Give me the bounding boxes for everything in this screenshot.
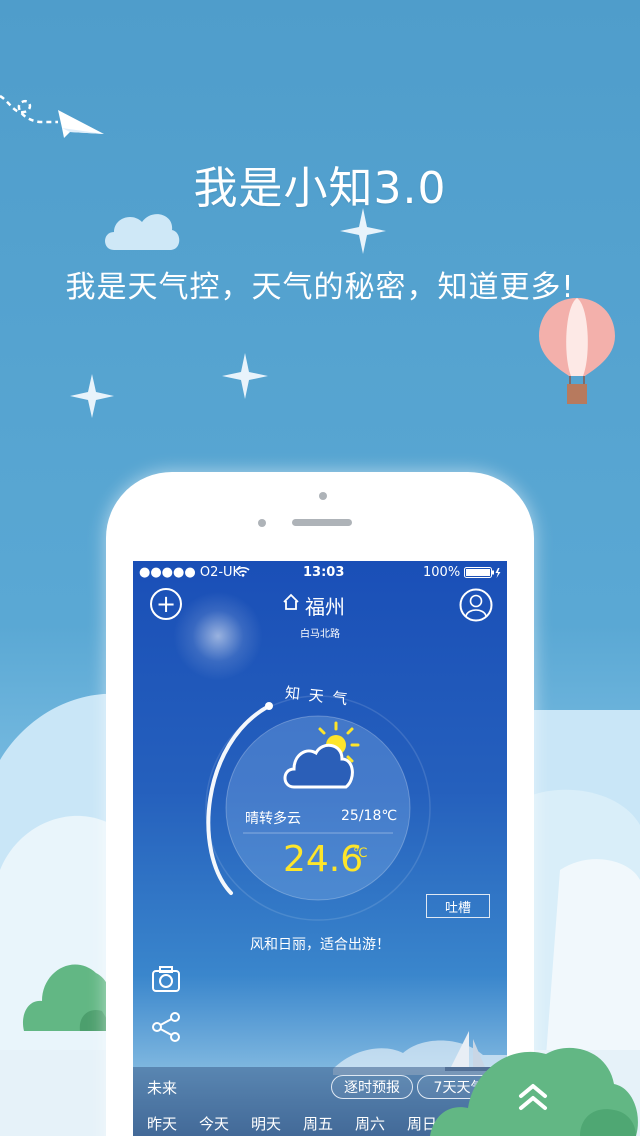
sparkle-icon — [222, 353, 268, 399]
day-tab-friday[interactable]: 周五 — [303, 1113, 333, 1134]
phone-sensor — [258, 519, 266, 527]
current-temperature: 24.6 — [283, 839, 364, 880]
carrier-label: ●●●●● O2-UK — [139, 565, 242, 580]
share-icon[interactable] — [151, 1011, 181, 1043]
temperature-unit: ℃ — [353, 846, 368, 861]
home-icon — [283, 593, 299, 610]
camera-icon[interactable] — [151, 965, 181, 993]
temp-range: 25/18℃ — [341, 808, 398, 824]
day-tab-yesterday[interactable]: 昨天 — [147, 1113, 177, 1134]
hourly-forecast-button[interactable]: 逐时预报 — [331, 1075, 413, 1099]
paper-plane-icon — [0, 94, 104, 138]
bush-icon — [22, 964, 114, 1031]
banner-title: 我是小知3.0 — [193, 163, 447, 214]
city-name[interactable]: 福州 — [305, 591, 345, 620]
day-tab-saturday[interactable]: 周六 — [355, 1113, 385, 1134]
day-tab-today[interactable]: 今天 — [199, 1113, 229, 1134]
cloud-sun-icon — [283, 721, 360, 789]
add-city-button[interactable]: + — [150, 588, 182, 620]
district-name: 白马北路 — [300, 629, 340, 640]
phone-camera — [319, 492, 327, 500]
battery-percent: 100% — [423, 565, 461, 580]
banner-subtitle: 我是天气控，天气的秘密，知道更多! — [65, 270, 575, 305]
weather-tip: 风和日丽，适合出游！ — [250, 937, 390, 953]
day-tab-tomorrow[interactable]: 明天 — [251, 1113, 281, 1134]
chevron-double-up-icon[interactable] — [517, 1082, 549, 1112]
phone-speaker — [292, 519, 352, 526]
weather-condition: 晴转多云 — [245, 811, 301, 827]
complain-button[interactable]: 吐槽 — [426, 894, 490, 918]
status-time: 13:03 — [303, 565, 345, 580]
sparkle-icon — [70, 374, 114, 418]
hot-air-balloon-icon — [539, 298, 615, 404]
user-icon[interactable] — [459, 588, 493, 622]
forecast-label: 未来 — [147, 1079, 178, 1097]
battery-icon — [464, 567, 501, 578]
wifi-icon — [236, 566, 250, 577]
